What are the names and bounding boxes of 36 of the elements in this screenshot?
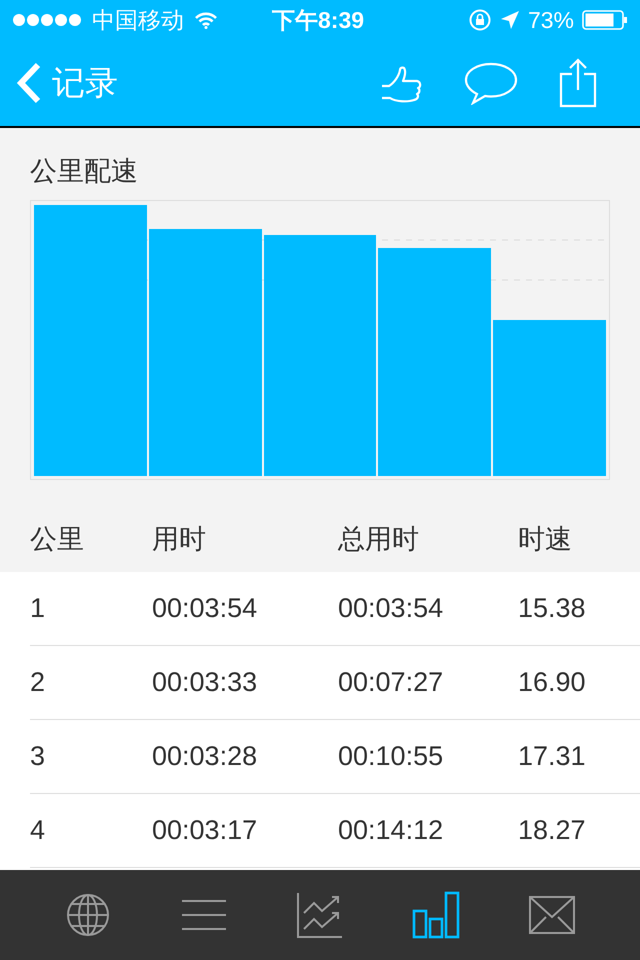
- column-header: 总用时: [338, 522, 420, 556]
- battery-percent: 73%: [528, 6, 574, 35]
- share-icon: [558, 58, 598, 108]
- back-button[interactable]: 记录: [16, 58, 346, 108]
- globe-icon: [64, 891, 112, 939]
- clock-time: 下午8:39: [271, 6, 366, 35]
- table-cell-text: 1: [30, 592, 46, 626]
- table-cell-text: 18.27: [518, 814, 587, 848]
- table-cell-text: 15.38: [518, 592, 587, 626]
- table-cell-text: 00:03:33: [152, 666, 258, 700]
- bar-chart-icon: [412, 891, 460, 939]
- table-cell-text: 00:03:28: [152, 740, 258, 774]
- table-cell-text: 2: [30, 666, 46, 700]
- table-cell-text: 00:07:27: [338, 666, 444, 700]
- location-arrow-icon: [500, 10, 520, 30]
- column-header: 时速: [518, 522, 573, 556]
- chart-title: 公里配速: [30, 155, 139, 188]
- table-cell-text: 00:03:54: [338, 592, 444, 626]
- table-cell-text: 16.90: [518, 666, 587, 700]
- speech-bubble-icon: [463, 61, 519, 105]
- table-cell-text: 00:14:12: [338, 814, 444, 848]
- table-cell-text: 4: [30, 814, 46, 848]
- table-cell-text: 3: [30, 740, 46, 774]
- trend-chart-icon: [296, 891, 344, 939]
- column-header: 公里: [30, 522, 85, 556]
- carrier-name: 中国移动: [92, 6, 184, 35]
- table-cell-text: 00:03:17: [152, 814, 258, 848]
- chevron-left-icon: [16, 62, 42, 104]
- signal-icon: [12, 13, 82, 27]
- table-cell-text: 17.31: [518, 740, 587, 774]
- column-header: 用时: [152, 522, 207, 556]
- rotation-lock-icon: [468, 8, 492, 32]
- battery-icon: [582, 10, 628, 30]
- table-cell-text: 00:10:55: [338, 740, 444, 774]
- table-cell-text: 00:03:54: [152, 592, 258, 626]
- wifi-icon: [194, 11, 218, 29]
